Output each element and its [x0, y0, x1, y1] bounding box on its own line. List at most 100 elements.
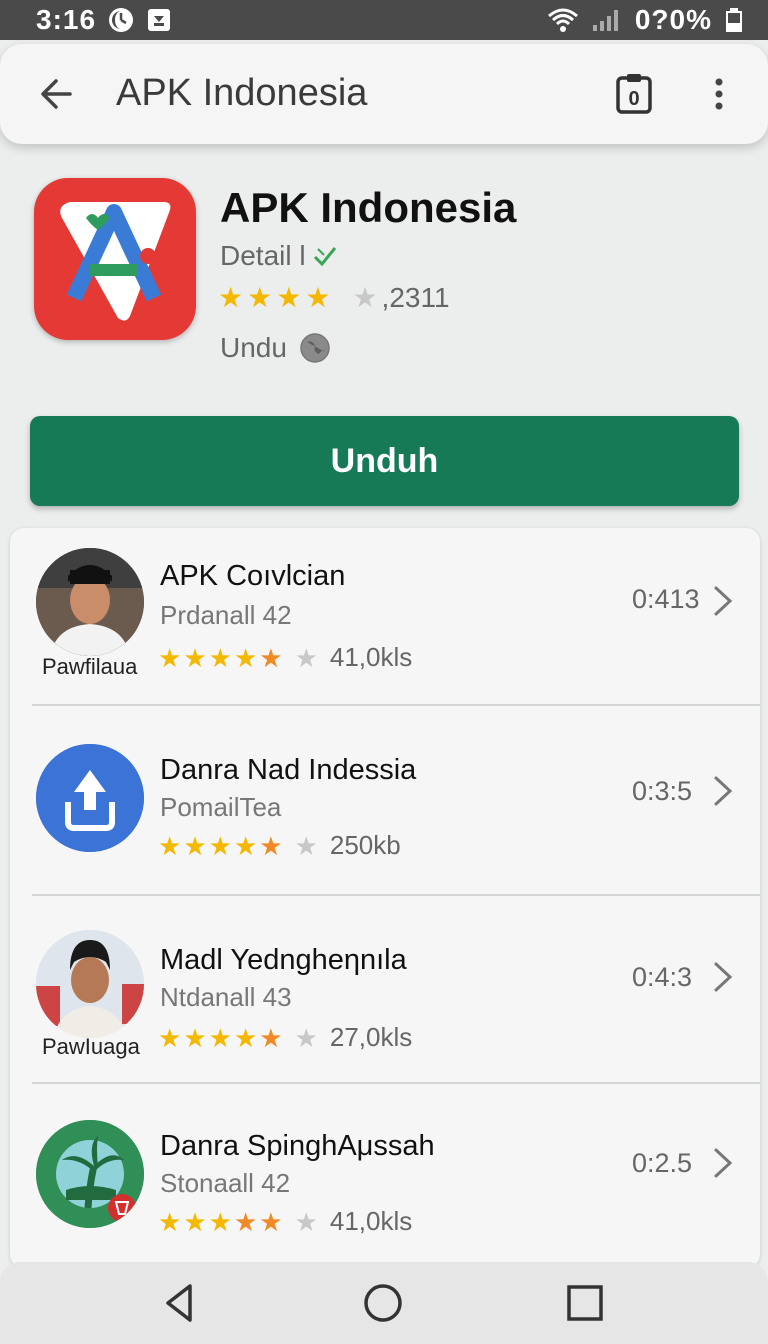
list-item-title: APK Coıvlcian	[160, 560, 346, 592]
star-icon: ★	[305, 282, 331, 313]
list-item-title: Danra SpinghAμssah	[160, 1130, 435, 1162]
more-vert-icon[interactable]	[704, 74, 734, 114]
list-item[interactable]: PawIuaga Madl Yedngheηnıla Ntdanall 43 ★…	[10, 896, 760, 1082]
palm-avatar	[36, 1120, 144, 1228]
list-item-size: 41,0kls	[329, 1206, 413, 1236]
navigation-bar	[0, 1262, 768, 1344]
list-item-size: 250kb	[329, 830, 401, 860]
signal-icon	[592, 10, 618, 31]
app-rating: ★ ★ ★ ★ ★ ,2311	[218, 282, 450, 314]
star-icon: ★	[208, 1022, 232, 1053]
star-icon: ★	[183, 1022, 207, 1053]
nav-home-icon[interactable]	[362, 1282, 404, 1324]
nav-recents-icon[interactable]	[566, 1284, 604, 1322]
star-icon: ★	[294, 1206, 318, 1237]
nav-back-icon[interactable]	[160, 1282, 200, 1324]
related-apps-list: Pawfilaua APK Coıvlcian Prdanall 42 ★ ★ …	[10, 528, 760, 1268]
status-right: 0?0%	[547, 4, 744, 36]
person-photo-icon	[36, 930, 144, 1038]
list-item-title: Danra Nad Indessia	[160, 754, 417, 786]
person-avatar-2	[36, 930, 144, 1038]
battery-percent: 0?0%	[634, 4, 712, 35]
person-avatar-1	[36, 548, 144, 656]
list-item-time: 0:2.5	[632, 1148, 693, 1178]
list-item-rating: ★ ★ ★ ★ ★ ★ 41,0kls	[158, 1206, 412, 1237]
star-icon: ★	[259, 830, 283, 861]
list-item-subtitle: PomailTea	[160, 792, 282, 822]
app-logo-icon	[60, 202, 171, 321]
list-item-caption: PawIuaga	[42, 1034, 140, 1059]
list-item-size: 27,0kls	[329, 1022, 413, 1052]
star-icon: ★	[218, 282, 244, 313]
app-download-info: Undu	[220, 332, 331, 364]
moon-icon	[109, 8, 134, 32]
list-item[interactable]: Danra Nad Indessia PomailTea ★ ★ ★ ★ ★ ★…	[10, 706, 760, 894]
clipboard-icon[interactable]: 0	[614, 72, 654, 116]
list-item-time: 0:413	[632, 584, 700, 614]
person-photo-icon	[36, 548, 144, 656]
chevron-right-icon[interactable]	[710, 774, 736, 808]
download-button[interactable]: Unduh	[30, 416, 739, 506]
star-icon: ★	[233, 830, 258, 861]
list-item-size: 41,0kls	[329, 642, 413, 672]
star-icon: ★	[259, 1022, 283, 1053]
star-icon: ★	[158, 830, 182, 861]
list-item[interactable]: Danra SpinghAμssah Stonaall 42 ★ ★ ★ ★ ★…	[10, 1084, 760, 1268]
upload-avatar	[36, 744, 144, 852]
star-icon: ★	[158, 1022, 182, 1053]
star-icon: ★	[294, 642, 318, 673]
star-icon: ★	[233, 1206, 258, 1237]
star-icon: ★	[183, 642, 207, 673]
chevron-right-icon[interactable]	[710, 960, 736, 994]
wifi-icon	[547, 8, 578, 32]
star-icon: ★	[208, 642, 232, 673]
back-arrow-icon[interactable]	[36, 74, 76, 114]
star-icon: ★	[276, 282, 302, 313]
palm-tree-icon	[36, 1120, 144, 1228]
list-item-subtitle: Stonaall 42	[160, 1168, 291, 1198]
star-icon: ★	[259, 642, 283, 673]
clipboard-count: 0	[628, 88, 639, 110]
chevron-right-icon[interactable]	[710, 584, 736, 618]
list-item-title: Madl Yedngheηnıla	[160, 944, 407, 976]
app-detail: Detail l	[220, 240, 338, 272]
star-icon: ★	[208, 1206, 232, 1237]
notification-icon	[148, 9, 171, 31]
star-icon: ★	[294, 1022, 318, 1053]
star-icon: ★	[233, 1022, 258, 1053]
app-detail-text: Detail l	[220, 240, 306, 271]
app-bar-title: APK Indonesia	[116, 72, 368, 114]
app-bar: APK Indonesia 0	[0, 44, 768, 144]
app-rating-count: ,2311	[381, 282, 450, 313]
star-icon: ★	[183, 1206, 207, 1237]
battery-icon	[726, 8, 742, 32]
status-left: 3:16	[36, 4, 172, 36]
upload-icon	[36, 744, 144, 852]
star-icon: ★	[259, 1206, 283, 1237]
star-icon: ★	[247, 282, 273, 313]
globe-icon	[300, 333, 330, 363]
list-item-rating: ★ ★ ★ ★ ★ ★ 41,0kls	[158, 642, 412, 673]
star-icon: ★	[183, 830, 207, 861]
list-item-time: 0:4:3	[632, 962, 693, 992]
status-time: 3:16	[36, 4, 97, 35]
star-icon: ★	[158, 1206, 182, 1237]
list-item-subtitle: Ntdanall 43	[160, 982, 292, 1012]
list-item-rating: ★ ★ ★ ★ ★ ★ 27,0kls	[158, 1022, 412, 1053]
list-item-rating: ★ ★ ★ ★ ★ ★ 250kb	[158, 830, 401, 861]
list-item-time: 0:3:5	[632, 776, 693, 806]
list-item-caption: Pawfilaua	[42, 654, 138, 679]
star-icon: ★	[158, 642, 182, 673]
list-item[interactable]: Pawfilaua APK Coıvlcian Prdanall 42 ★ ★ …	[10, 528, 760, 706]
star-icon: ★	[208, 830, 232, 861]
app-download-label: Undu	[220, 332, 287, 363]
verified-icon	[313, 247, 336, 267]
star-icon: ★	[233, 642, 258, 673]
app-logo	[34, 178, 196, 340]
app-name: APK Indonesia	[220, 184, 517, 231]
chevron-right-icon[interactable]	[710, 1146, 736, 1180]
status-bar: 3:16 0?0%	[0, 0, 768, 40]
list-item-subtitle: Prdanall 42	[160, 600, 292, 630]
star-icon: ★	[294, 830, 318, 861]
star-icon: ★	[352, 282, 378, 313]
